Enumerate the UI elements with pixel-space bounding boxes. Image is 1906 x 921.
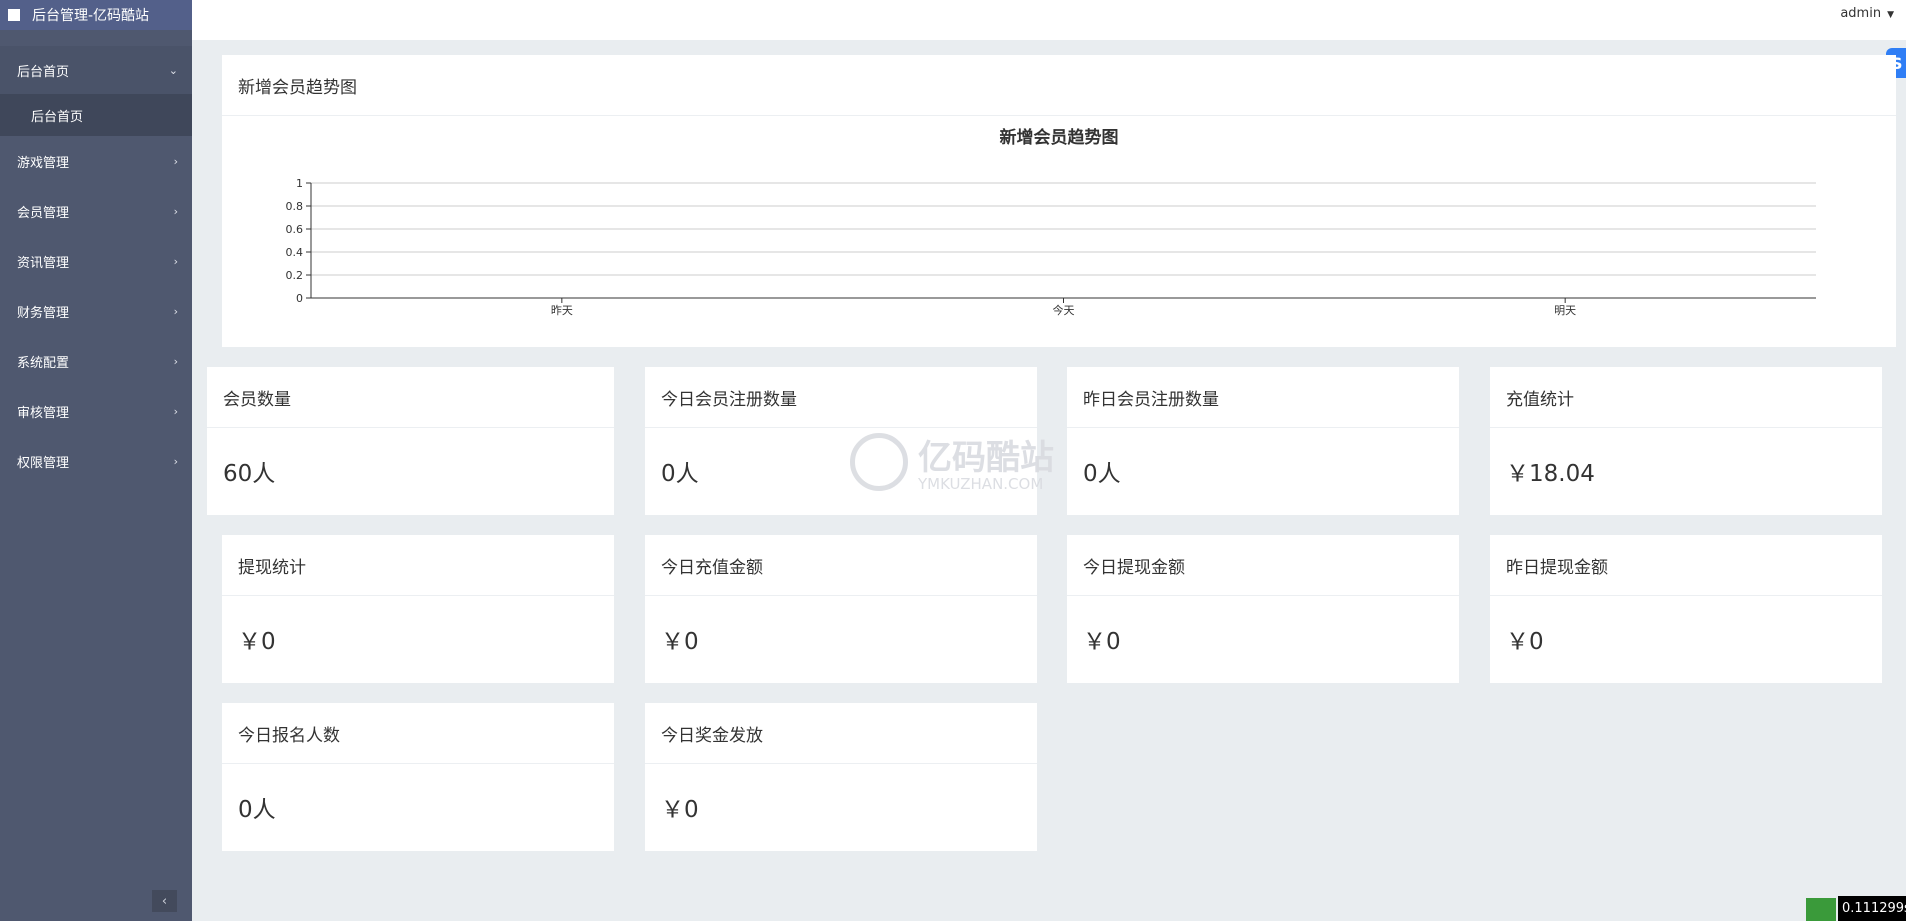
sidebar-item-members[interactable]: 会员管理 › — [0, 186, 192, 236]
stat-label: 今日充值金额 — [645, 535, 1037, 596]
user-menu[interactable]: admin ▼ — [1840, 6, 1894, 21]
sidebar-item-permissions[interactable]: 权限管理 › — [0, 436, 192, 486]
sidebar-item-label: 后台首页 — [17, 64, 70, 80]
stat-value: ￥0 — [238, 629, 276, 655]
stat-value: ￥0 — [661, 629, 699, 655]
stat-label: 昨日会员注册数量 — [1067, 367, 1459, 428]
app-title: 后台管理-亿码酷站 — [32, 8, 150, 24]
stat-card-yesterday-registrations: 昨日会员注册数量 0人 — [1067, 367, 1459, 515]
y-tick-label: 0.6 — [286, 223, 304, 236]
sidebar-item-review[interactable]: 审核管理 › — [0, 386, 192, 436]
sidebar-subitem-label: 后台首页 — [31, 109, 84, 125]
chevron-right-icon: › — [173, 254, 178, 268]
sidebar-item-system[interactable]: 系统配置 › — [0, 336, 192, 386]
sidebar-item-label: 会员管理 — [17, 205, 70, 221]
stat-value: ￥0 — [1506, 629, 1544, 655]
chevron-right-icon: › — [173, 454, 178, 468]
chevron-right-icon: › — [173, 304, 178, 318]
y-tick-label: 0.8 — [286, 200, 304, 213]
sidebar-item-label: 权限管理 — [17, 455, 70, 471]
sidebar-item-games[interactable]: 游戏管理 › — [0, 136, 192, 186]
member-trend-chart: 新增会员趋势图 0 0.2 0.4 0.6 0.8 1 昨天 今天 明天 — [286, 127, 1816, 317]
stat-label: 今日会员注册数量 — [645, 367, 1037, 428]
debug-toolbar-icon[interactable] — [1806, 898, 1836, 921]
stat-card-today-recharge: 今日充值金额 ￥0 — [645, 535, 1037, 683]
stat-card-today-registrations: 今日会员注册数量 0人 — [645, 367, 1037, 515]
chevron-left-icon: ‹ — [161, 893, 168, 909]
stat-label: 今日报名人数 — [222, 703, 614, 764]
app-brand[interactable]: 后台管理-亿码酷站 — [0, 0, 192, 30]
y-tick-label: 0 — [296, 292, 303, 305]
chart-panel-header: 新增会员趋势图 — [222, 55, 1896, 116]
stat-value: 0人 — [1083, 461, 1121, 487]
sidebar-item-news[interactable]: 资讯管理 › — [0, 236, 192, 286]
x-tick-label: 昨天 — [551, 304, 573, 317]
x-tick-label: 今天 — [1053, 303, 1075, 317]
stat-card-withdraw-total: 提现统计 ￥0 — [222, 535, 614, 683]
stat-value: 0人 — [661, 461, 699, 487]
sidebar-item-finance[interactable]: 财务管理 › — [0, 286, 192, 336]
stat-value: ￥18.04 — [1506, 461, 1595, 487]
chevron-right-icon: › — [173, 154, 178, 168]
chevron-right-icon: › — [173, 204, 178, 218]
sidebar-item-home[interactable]: 后台首页 ⌄ — [0, 46, 192, 94]
stat-card-yesterday-withdraw: 昨日提现金额 ￥0 — [1490, 535, 1882, 683]
page-timer: 0.111299s — [1838, 896, 1906, 921]
stat-label: 提现统计 — [222, 535, 614, 596]
menu-toggle-icon[interactable] — [8, 9, 20, 21]
stat-label: 今日提现金额 — [1067, 535, 1459, 596]
sidebar-subitem-home[interactable]: 后台首页 — [0, 94, 192, 136]
sidebar-item-label: 系统配置 — [17, 355, 70, 371]
top-bar: admin ▼ — [192, 0, 1906, 40]
chevron-right-icon: › — [173, 404, 178, 418]
stat-card-today-signups: 今日报名人数 0人 — [222, 703, 614, 851]
sidebar-item-label: 游戏管理 — [17, 155, 70, 171]
stat-value: 0人 — [238, 797, 276, 823]
sidebar-collapse-button[interactable]: ‹ — [152, 890, 177, 912]
stat-label: 充值统计 — [1490, 367, 1882, 428]
stat-card-member-count: 会员数量 60人 — [207, 367, 614, 515]
sidebar: 后台管理-亿码酷站 后台首页 ⌄ 后台首页 游戏管理 › 会员管理 › 资讯管理… — [0, 0, 192, 921]
chevron-right-icon: › — [173, 354, 178, 368]
stat-card-today-bonus: 今日奖金发放 ￥0 — [645, 703, 1037, 851]
stat-value: 60人 — [223, 461, 276, 487]
sidebar-item-label: 财务管理 — [17, 305, 70, 321]
y-tick-label: 0.4 — [286, 246, 304, 259]
sidebar-item-label: 资讯管理 — [17, 255, 70, 271]
stat-card-today-withdraw: 今日提现金额 ￥0 — [1067, 535, 1459, 683]
stat-value: ￥0 — [1083, 629, 1121, 655]
sidebar-item-label: 审核管理 — [17, 405, 70, 421]
stat-label: 今日奖金发放 — [645, 703, 1037, 764]
chevron-down-icon: ⌄ — [168, 63, 178, 77]
stat-value: ￥0 — [661, 797, 699, 823]
chart-title: 新增会员趋势图 — [1000, 127, 1119, 148]
stat-card-recharge-total: 充值统计 ￥18.04 — [1490, 367, 1882, 515]
caret-down-icon: ▼ — [1887, 10, 1894, 20]
y-tick-label: 1 — [296, 177, 303, 190]
username: admin — [1840, 6, 1882, 21]
stat-label: 会员数量 — [207, 367, 614, 428]
x-tick-label: 明天 — [1554, 304, 1576, 317]
y-tick-label: 0.2 — [286, 269, 304, 282]
chart-panel: 新增会员趋势图 新增会员趋势图 0 0.2 0.4 0.6 0.8 1 昨天 今天 明天 — [222, 55, 1896, 347]
stat-label: 昨日提现金额 — [1490, 535, 1882, 596]
